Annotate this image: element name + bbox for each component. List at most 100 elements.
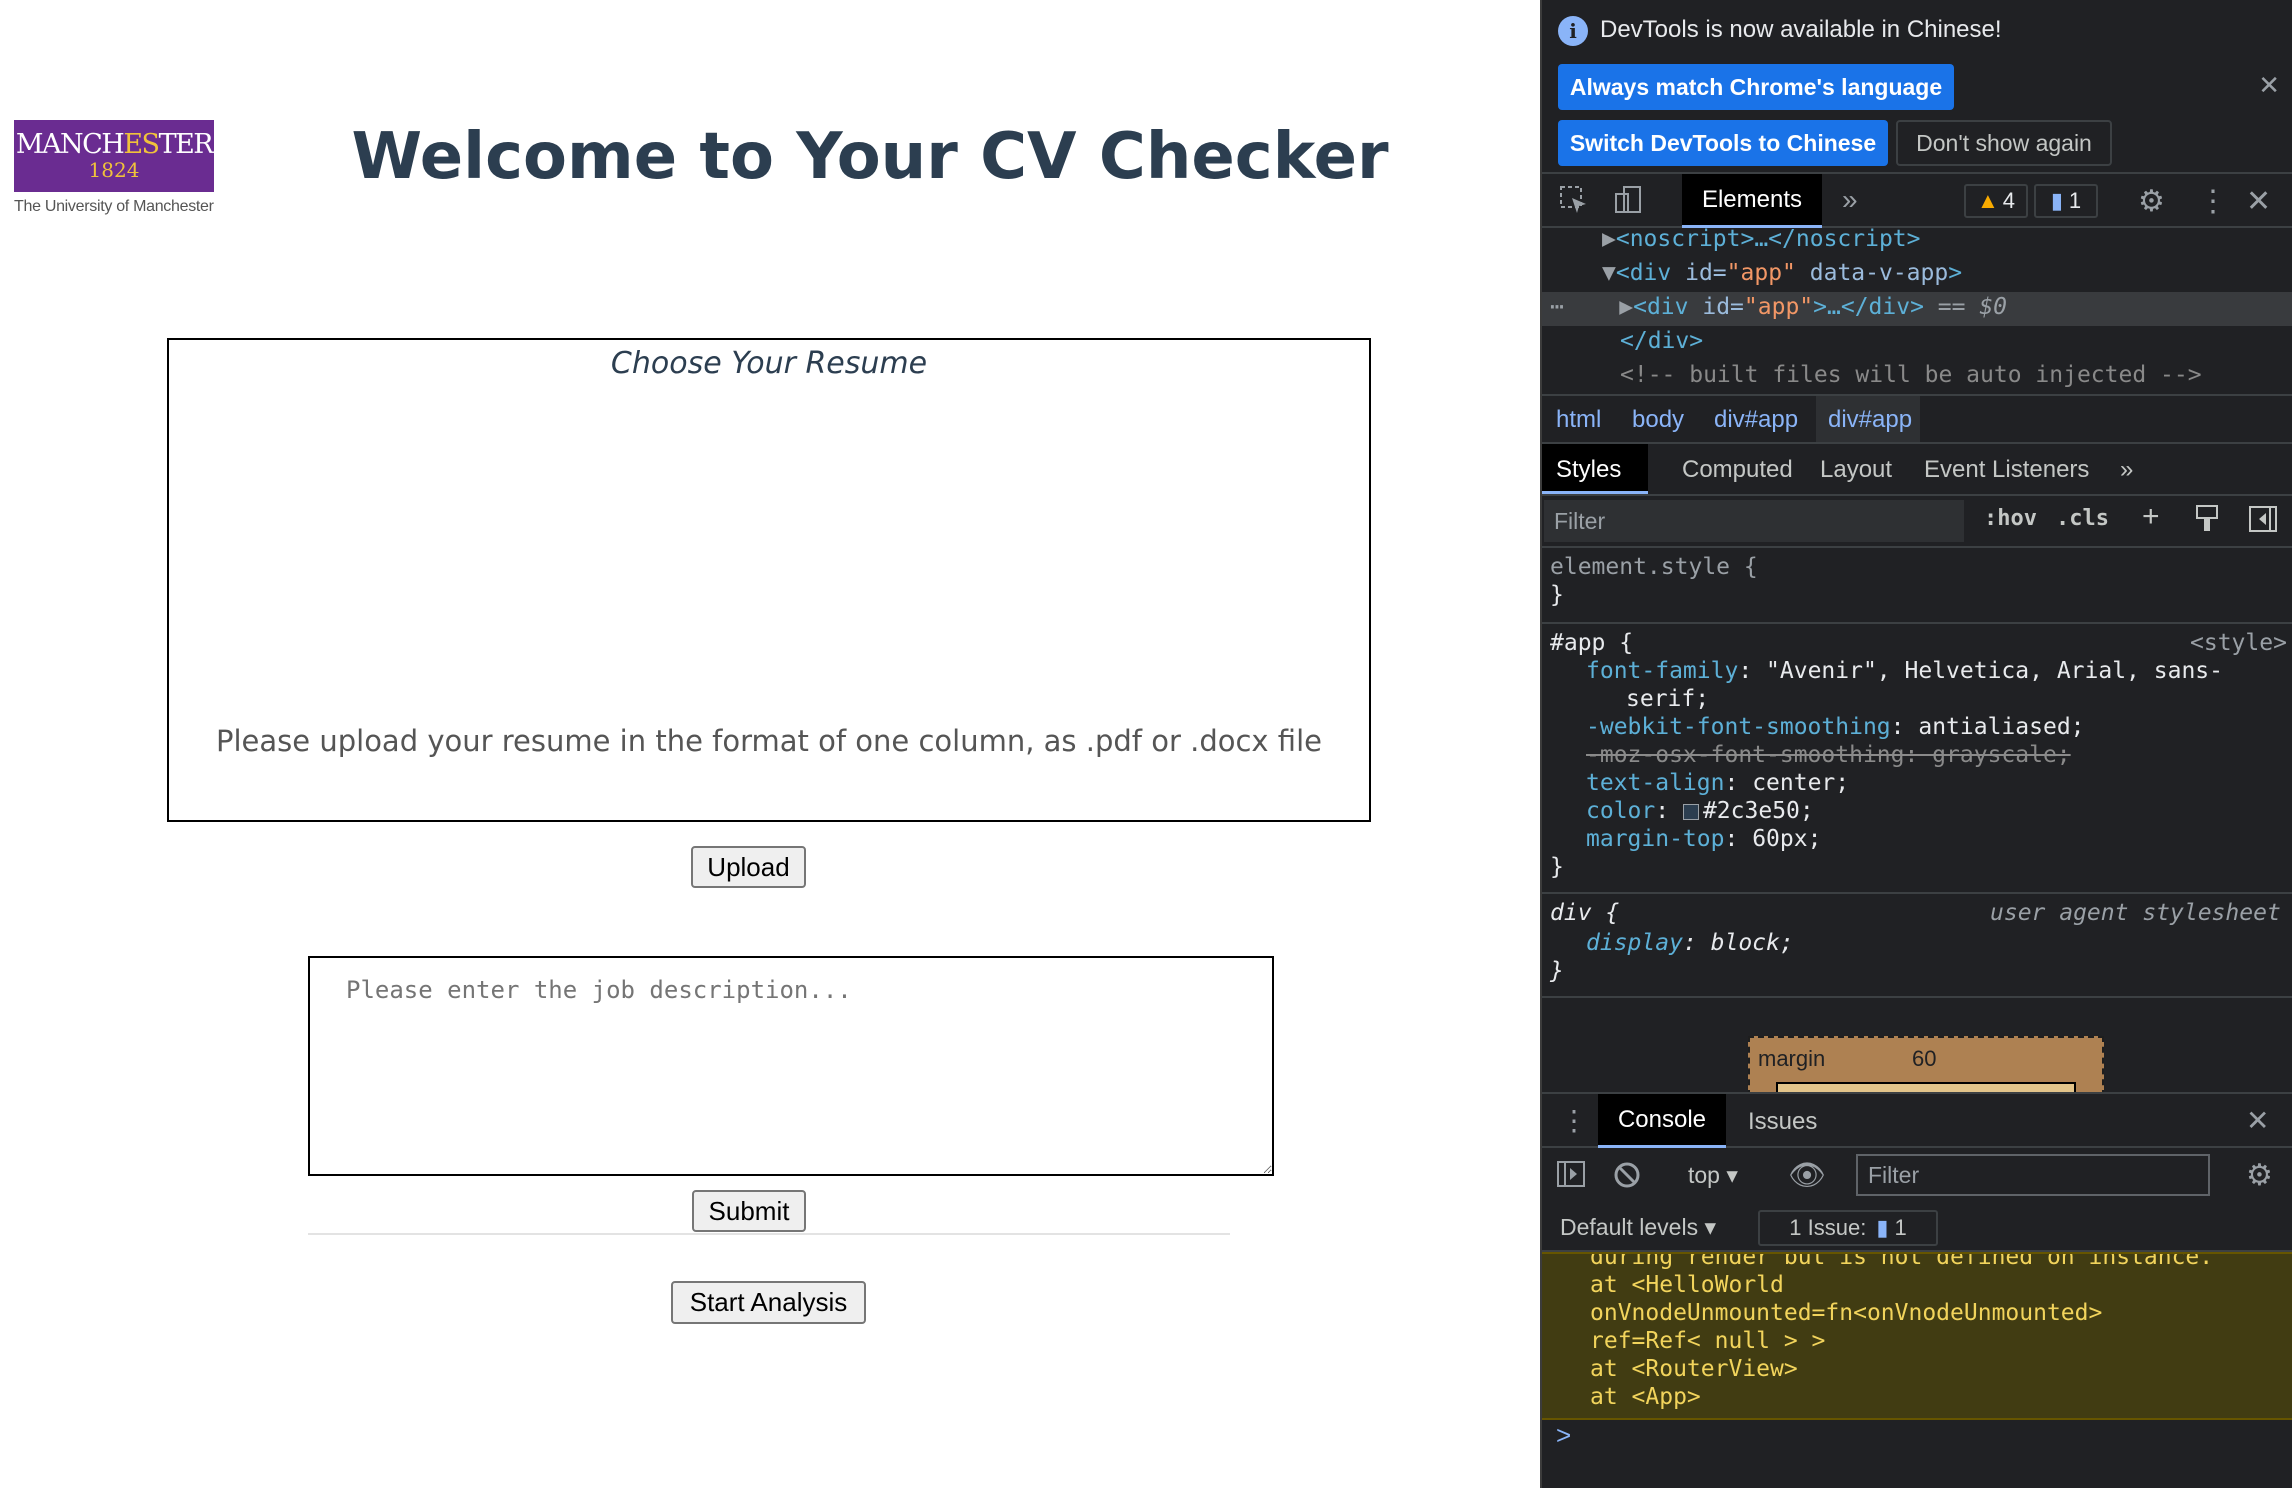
box-model-margin[interactable]: margin 60 [1748,1036,2104,1102]
hov-toggle[interactable]: :hov [1984,506,2037,531]
box-model-label: margin [1758,1046,1826,1071]
clear-console-icon[interactable] [1612,1160,1642,1197]
box-model-margin-value[interactable]: 60 [1912,1046,1936,1072]
prop-display[interactable]: display: block; [1586,930,1794,956]
prop-margin-top[interactable]: margin-top: 60px; [1586,826,1821,852]
tab-styles[interactable]: Styles [1556,456,1621,484]
context-selector[interactable]: top ▾ [1688,1162,1738,1189]
device-toolbar-icon[interactable] [1612,184,1644,224]
start-analysis-button[interactable]: Start Analysis [671,1281,866,1324]
tab-computed[interactable]: Computed [1682,456,1793,484]
inspect-element-icon[interactable] [1558,184,1590,224]
upload-button[interactable]: Upload [691,846,806,888]
language-notice-text: DevTools is now available in Chinese! [1600,16,2002,43]
tab-console[interactable]: Console [1598,1094,1726,1148]
logo-badge: MANCHESTER 1824 [14,120,214,192]
tab-event-listeners[interactable]: Event Listeners [1924,456,2089,484]
close-devtools-icon[interactable]: ✕ [2246,184,2271,219]
console-warning-message[interactable]: during render but is not defined on inst… [1542,1252,2292,1420]
prop-moz-font-smoothing[interactable]: -moz-osx-font-smoothing: grayscale; [1586,742,2071,768]
drawer-menu-icon[interactable]: ⋮ [1560,1104,1588,1137]
color-swatch[interactable] [1682,803,1699,820]
page-title: Welcome to Your CV Checker [351,120,1389,194]
div-rule-source: user agent stylesheet [1990,900,2281,926]
paint-brush-icon[interactable] [2194,504,2220,541]
tab-elements[interactable]: Elements [1682,174,1822,228]
breadcrumb-html[interactable]: html [1556,406,1601,434]
issues-counter[interactable]: 1 Issue: ▮ 1 [1758,1210,1938,1246]
dom-node-app-outer[interactable]: ▼<div id="app" data-v-app> [1602,260,1962,286]
eye-icon[interactable]: 👁 [1788,1158,1826,1193]
app-rule-selector[interactable]: #app { [1550,630,1633,656]
resume-upload-dropzone[interactable]: Choose Your Resume Please upload your re… [167,338,1371,822]
dom-comment[interactable]: <!-- built files will be auto injected -… [1620,362,2202,388]
div-rule-selector[interactable]: div { [1550,900,1619,926]
job-description-textarea[interactable] [308,956,1274,1176]
console-line: onVnodeUnmounted=fn<onVnodeUnmounted> [1590,1300,2103,1326]
breadcrumb-div-app[interactable]: div#app [1714,406,1798,434]
dom-node-app-inner[interactable]: ⋯ ▶<div id="app">…</div> == $0 [1550,294,2007,320]
submit-button[interactable]: Submit [692,1190,806,1232]
console-line: at <App> [1590,1384,1701,1410]
prop-font-family-cont: serif; [1626,686,1710,712]
always-match-language-button[interactable]: Always match Chrome's language [1558,64,1954,110]
styles-pane: element.style { } #app { <style> font-fa… [1542,548,2292,1088]
devtools-panel: i DevTools is now available in Chinese! … [1540,0,2292,1488]
messages-badge[interactable]: ▮ 1 [2034,184,2098,218]
new-style-rule-icon[interactable]: + [2142,500,2160,534]
element-style-rule[interactable]: element.style { [1550,554,1758,580]
console-sidebar-icon[interactable] [1556,1160,1586,1195]
prop-font-family[interactable]: font-family: "Avenir", Helvetica, Arial,… [1586,658,2223,684]
rule-close: } [1550,582,1564,608]
switch-to-chinese-button[interactable]: Switch DevTools to Chinese [1558,120,1888,166]
prop-color[interactable]: color: #2c3e50; [1586,798,1814,824]
dom-node-noscript[interactable]: ▶<noscript>…</noscript> [1602,226,1921,252]
more-options-icon[interactable]: ⋮ [2198,184,2228,219]
settings-gear-icon[interactable]: ⚙ [2138,184,2165,219]
breadcrumb-body[interactable]: body [1632,406,1684,434]
console-toolbar: top ▾ 👁 Filter ⚙ [1542,1148,2292,1204]
default-levels-dropdown[interactable]: Default levels ▾ [1560,1214,1716,1241]
styles-filter-row: Filter :hov .cls + [1542,496,2292,548]
toggle-sidebar-icon[interactable] [2248,504,2278,541]
rule-divider [1542,996,2292,998]
breadcrumb-div-app-selected[interactable]: div#app [1828,406,1912,434]
breadcrumb: html body div#app div#app [1542,394,2292,444]
console-filter-input[interactable]: Filter [1856,1154,2210,1196]
app-rule-source[interactable]: <style> [2190,630,2287,656]
drawer-tabs: ⋮ Console Issues ✕ [1542,1092,2292,1148]
console-settings-icon[interactable]: ⚙ [2246,1158,2273,1193]
info-icon: i [1558,16,1588,46]
rule-divider [1542,892,2292,894]
more-tabs-icon[interactable]: » [1842,184,1858,216]
logo-subtitle: The University of Manchester [14,198,214,215]
close-icon[interactable]: ✕ [2258,70,2280,101]
dont-show-again-button[interactable]: Don't show again [1896,120,2112,166]
close-drawer-icon[interactable]: ✕ [2246,1104,2269,1137]
university-logo[interactable]: MANCHESTER 1824 The University of Manche… [14,120,214,216]
rule-divider [1542,622,2292,624]
prop-webkit-font-smoothing[interactable]: -webkit-font-smoothing: antialiased; [1586,714,2085,740]
upload-title: Choose Your Resume [610,346,928,381]
console-prompt[interactable]: > [1556,1420,1571,1451]
console-line: ref=Ref< null > > [1590,1328,1826,1354]
logo-name: MANCHESTER [15,129,214,160]
console-line: during render but is not defined on inst… [1590,1252,2214,1270]
dom-node-div-close[interactable]: </div> [1620,328,1703,354]
cls-toggle[interactable]: .cls [2056,506,2109,531]
web-page: MANCHESTER 1824 The University of Manche… [0,0,1540,1488]
tab-layout[interactable]: Layout [1820,456,1892,484]
warnings-badge[interactable]: ▲ 4 [1964,184,2028,218]
styles-filter-input[interactable]: Filter [1544,500,1964,542]
logo-year: 1824 [88,158,140,182]
more-subtabs-icon[interactable]: » [2120,456,2133,484]
console-line: at <RouterView> [1590,1356,1798,1382]
prop-text-align[interactable]: text-align: center; [1586,770,1849,796]
console-levels-row: Default levels ▾ 1 Issue: ▮ 1 [1542,1204,2292,1252]
tab-issues[interactable]: Issues [1748,1108,1817,1136]
devtools-toolbar: Elements » ▲ 4 ▮ 1 ⚙ ⋮ ✕ [1542,172,2292,228]
console-line: at <HelloWorld [1590,1272,1784,1298]
styles-subtabs: Styles Computed Layout Event Listeners » [1542,444,2292,496]
rule-close: } [1550,854,1564,880]
divider [308,1233,1230,1235]
